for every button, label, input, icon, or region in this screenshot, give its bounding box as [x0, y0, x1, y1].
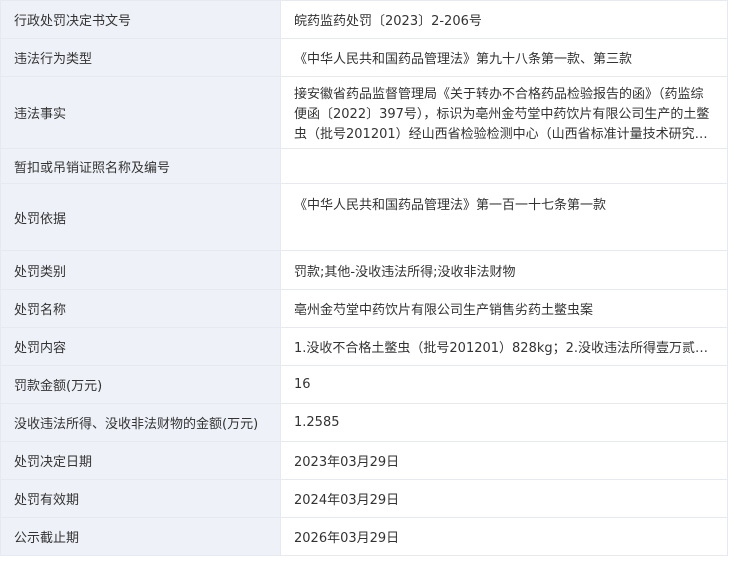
row-violation-facts: 违法事实 接安徽省药品监督管理局《关于转办不合格药品检验报告的函》（药监综便函〔…	[1, 77, 728, 149]
row-publicity-deadline: 公示截止期 2026年03月29日	[1, 518, 728, 556]
value-decision-number-text: 皖药监药处罚〔2023〕2-206号	[294, 14, 482, 29]
row-confiscation-amount: 没收违法所得、没收非法财物的金额(万元) 1.2585	[1, 404, 728, 442]
value-decision-date: 2023年03月29日	[281, 442, 728, 479]
value-penalty-content-text: 1.没收不合格土鳖虫（批号201201）828kg；2.没收违法所得壹万贰仟伍佰…	[294, 341, 715, 356]
value-validity-date-text: 2024年03月29日	[294, 493, 400, 508]
label-decision-date: 处罚决定日期	[1, 442, 281, 479]
label-violation-type: 违法行为类型	[1, 39, 281, 76]
label-penalty-basis: 处罚依据	[1, 184, 281, 250]
value-penalty-category-text: 罚款;其他-没收违法所得;没收非法财物	[294, 264, 516, 280]
row-decision-date: 处罚决定日期 2023年03月29日	[1, 442, 728, 480]
label-decision-number: 行政处罚决定书文号	[1, 1, 281, 38]
value-violation-type: 《中华人民共和国药品管理法》第九十八条第一款、第三款	[281, 39, 728, 76]
label-penalty-name: 处罚名称	[1, 290, 281, 327]
value-fine-amount-text: 16	[294, 377, 311, 392]
value-penalty-basis: 《中华人民共和国药品管理法》第一百一十七条第一款	[281, 184, 728, 250]
row-penalty-category: 处罚类别 罚款;其他-没收违法所得;没收非法财物	[1, 251, 728, 290]
row-penalty-basis: 处罚依据 《中华人民共和国药品管理法》第一百一十七条第一款	[1, 184, 728, 251]
row-penalty-content: 处罚内容 1.没收不合格土鳖虫（批号201201）828kg；2.没收违法所得壹…	[1, 328, 728, 366]
value-penalty-basis-text: 《中华人民共和国药品管理法》第一百一十七条第一款	[294, 198, 607, 213]
value-violation-type-text: 《中华人民共和国药品管理法》第九十八条第一款、第三款	[294, 52, 633, 67]
row-fine-amount: 罚款金额(万元) 16	[1, 366, 728, 404]
value-validity-date: 2024年03月29日	[281, 480, 728, 517]
value-penalty-content: 1.没收不合格土鳖虫（批号201201）828kg；2.没收违法所得壹万贰仟伍佰…	[281, 328, 728, 365]
label-confiscation-amount: 没收违法所得、没收非法财物的金额(万元)	[1, 404, 281, 441]
value-confiscation-amount-text: 1.2585	[294, 415, 340, 430]
label-license-revoked: 暂扣或吊销证照名称及编号	[1, 149, 281, 183]
row-decision-number: 行政处罚决定书文号 皖药监药处罚〔2023〕2-206号	[1, 1, 728, 39]
value-decision-number: 皖药监药处罚〔2023〕2-206号	[281, 1, 728, 38]
row-violation-type: 违法行为类型 《中华人民共和国药品管理法》第九十八条第一款、第三款	[1, 39, 728, 77]
value-license-revoked	[281, 149, 728, 183]
value-publicity-deadline-text: 2026年03月29日	[294, 531, 400, 546]
value-violation-facts-text: 接安徽省药品监督管理局《关于转办不合格药品检验报告的函》（药监综便函〔2022〕…	[294, 87, 715, 142]
label-fine-amount: 罚款金额(万元)	[1, 366, 281, 403]
value-decision-date-text: 2023年03月29日	[294, 455, 400, 470]
penalty-info-table: 行政处罚决定书文号 皖药监药处罚〔2023〕2-206号 违法行为类型 《中华人…	[0, 0, 728, 556]
row-license-revoked: 暂扣或吊销证照名称及编号	[1, 149, 728, 184]
value-confiscation-amount: 1.2585	[281, 404, 728, 441]
value-publicity-deadline: 2026年03月29日	[281, 518, 728, 555]
label-penalty-category: 处罚类别	[1, 251, 281, 289]
label-validity-date: 处罚有效期	[1, 480, 281, 517]
row-penalty-name: 处罚名称 亳州金芍堂中药饮片有限公司生产销售劣药土鳖虫案	[1, 290, 728, 328]
label-violation-facts: 违法事实	[1, 77, 281, 148]
value-penalty-name: 亳州金芍堂中药饮片有限公司生产销售劣药土鳖虫案	[281, 290, 728, 327]
value-penalty-name-text: 亳州金芍堂中药饮片有限公司生产销售劣药土鳖虫案	[294, 303, 594, 318]
row-validity-date: 处罚有效期 2024年03月29日	[1, 480, 728, 518]
value-penalty-category: 罚款;其他-没收违法所得;没收非法财物	[281, 251, 728, 289]
value-fine-amount: 16	[281, 366, 728, 403]
label-publicity-deadline: 公示截止期	[1, 518, 281, 555]
value-violation-facts: 接安徽省药品监督管理局《关于转办不合格药品检验报告的函》（药监综便函〔2022〕…	[281, 77, 728, 148]
label-penalty-content: 处罚内容	[1, 328, 281, 365]
